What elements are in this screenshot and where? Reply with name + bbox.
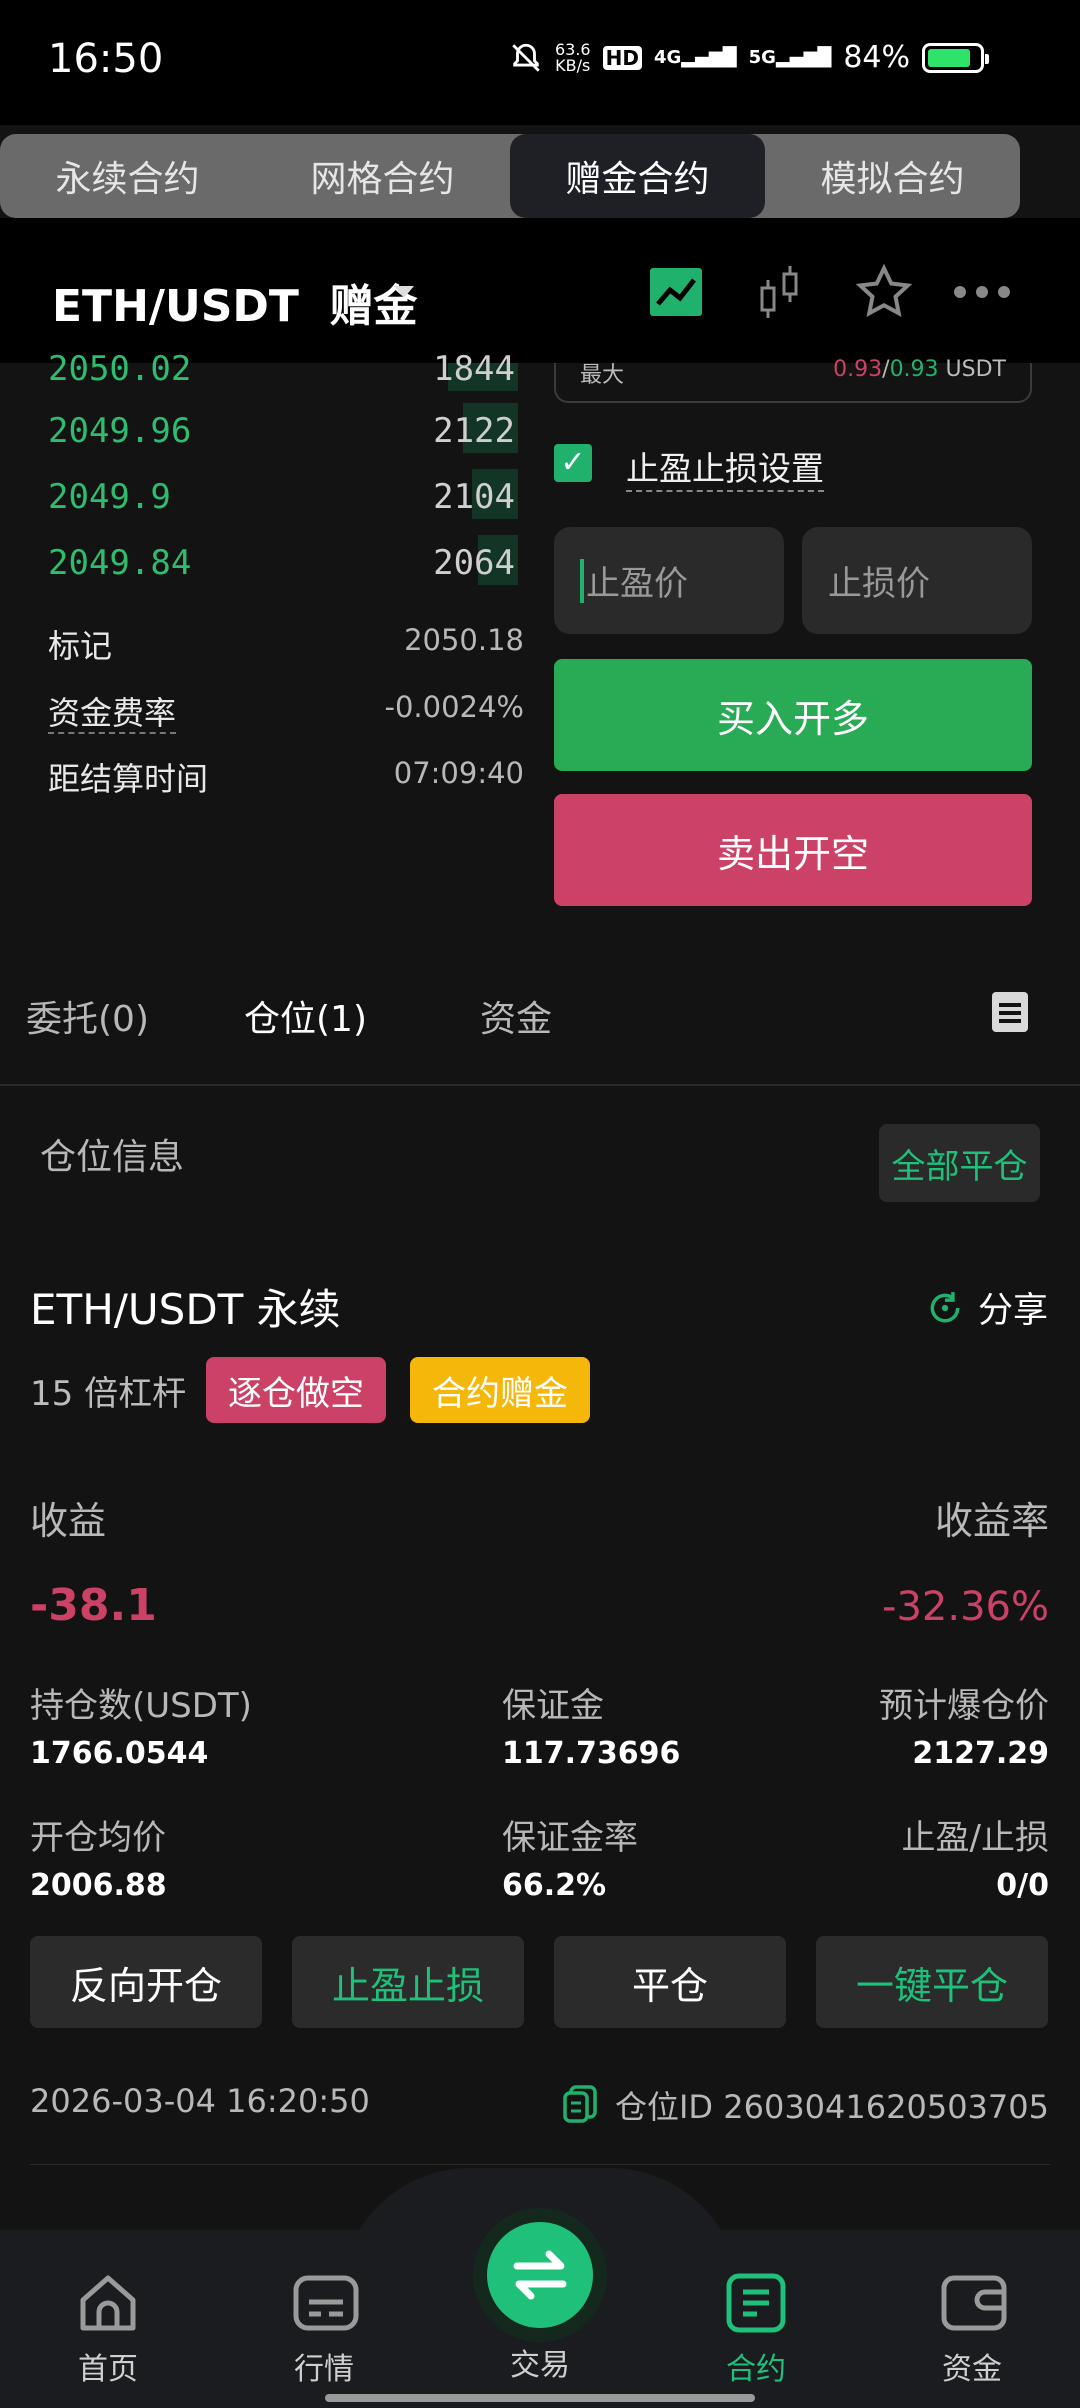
nav-home[interactable]: 首页 xyxy=(38,2272,178,2388)
candlestick-icon[interactable] xyxy=(752,262,812,322)
battery-icon xyxy=(922,42,989,73)
leverage-label: 15 倍杠杆 xyxy=(30,1374,187,1414)
status-icons: 63.6 KB/s HD 4G▂▄▆█ 5G▂▄▆█ 84% xyxy=(509,39,989,75)
pair-selector[interactable]: ETH/USDT 赠金 xyxy=(52,270,418,334)
tab-orders[interactable]: 委托(0) xyxy=(26,990,149,1042)
ask-row[interactable]: 2049.84 2064 xyxy=(48,543,518,583)
contract-icon xyxy=(725,2272,787,2334)
settlement-time-row: 距结算时间 07:09:40 xyxy=(48,756,524,798)
tab-grid[interactable]: 网格合约 xyxy=(255,134,510,218)
share-button[interactable]: 分享 xyxy=(926,1282,1048,1333)
market-icon xyxy=(293,2272,359,2334)
more-icon[interactable] xyxy=(950,262,1010,322)
status-time: 16:50 xyxy=(48,36,164,82)
nav-market[interactable]: 行情 xyxy=(254,2272,394,2388)
roe-label: 收益率 xyxy=(934,1499,1049,1543)
tab-perpetual[interactable]: 永续合约 xyxy=(0,134,255,218)
order-book: 2050.02 1844 2049.96 2122 2049.9 2104 2049.… xyxy=(0,349,540,873)
signal-4g-icon: 4G▂▄▆█ xyxy=(653,47,737,68)
divider xyxy=(0,1084,1080,1086)
divider xyxy=(30,2164,1050,2165)
contract-type-tabs: 永续合约 网格合约 赠金合约 模拟合约 xyxy=(0,134,1020,218)
ask-row[interactable]: 2049.9 2104 xyxy=(48,477,518,517)
margin-ratio-label: 保证金率 xyxy=(502,1818,638,1858)
tp-sl-value: 0/0 xyxy=(996,1868,1049,1903)
pnl-label: 收益 xyxy=(30,1499,107,1543)
isolated-short-badge: 逐仓做空 xyxy=(206,1357,386,1423)
battery-percent: 84% xyxy=(843,40,910,75)
funding-rate-row[interactable]: 资金费率 -0.0024% xyxy=(48,688,524,734)
star-icon[interactable] xyxy=(854,262,914,322)
tp-sl-checkbox[interactable]: ✓ xyxy=(554,444,592,482)
entry-price-value: 2006.88 xyxy=(30,1868,167,1903)
tp-sl-label: 止盈/止损 xyxy=(901,1818,1049,1858)
tab-funds[interactable]: 资金 xyxy=(480,990,552,1042)
home-icon xyxy=(77,2272,139,2334)
bonus-badge: 合约赠金 xyxy=(410,1357,590,1423)
position-timestamp: 2026-03-04 16:20:50 xyxy=(30,2082,370,2120)
signal-5g-icon: 5G▂▄▆█ xyxy=(748,47,832,68)
nav-contract[interactable]: 合约 xyxy=(686,2272,826,2388)
copy-icon xyxy=(563,2085,597,2123)
position-symbol: ETH/USDT 永续 xyxy=(30,1285,341,1334)
take-profit-input[interactable]: 止盈价 xyxy=(554,527,784,634)
close-all-button[interactable]: 全部平仓 xyxy=(879,1124,1040,1202)
max-amount-box: 最大 0.93/0.93 USDT xyxy=(554,357,1032,403)
margin-value: 117.73696 xyxy=(502,1736,681,1771)
mark-price-row: 标记 2050.18 xyxy=(48,623,524,665)
share-icon xyxy=(930,1291,960,1322)
position-size-value: 1766.0544 xyxy=(30,1736,209,1771)
swap-icon xyxy=(513,2250,567,2300)
tp-sl-button[interactable]: 止盈止损 xyxy=(292,1936,524,2028)
nav-trade[interactable]: 交易 xyxy=(470,2340,610,2384)
chart-icon[interactable] xyxy=(648,262,708,322)
pnl-value: -38.1 xyxy=(30,1580,157,1631)
entry-price-label: 开仓均价 xyxy=(30,1818,166,1858)
chevron-down-icon[interactable] xyxy=(394,286,414,298)
tab-bonus[interactable]: 赠金合约 xyxy=(510,134,765,218)
home-indicator xyxy=(325,2394,755,2402)
document-icon[interactable] xyxy=(992,990,1028,1034)
notifications-off-icon xyxy=(512,43,540,72)
trade-button[interactable] xyxy=(487,2222,593,2328)
close-position-button[interactable]: 平仓 xyxy=(554,1936,786,2028)
position-info-title: 仓位信息 xyxy=(40,1137,185,1178)
hd-icon: HD xyxy=(602,45,642,70)
liquidation-price-label: 预计爆仓价 xyxy=(879,1686,1049,1726)
ask-row[interactable]: 2050.02 1844 xyxy=(48,349,518,389)
margin-label: 保证金 xyxy=(502,1686,604,1726)
tab-simulated[interactable]: 模拟合约 xyxy=(765,134,1020,218)
buy-long-button[interactable]: 买入开多 xyxy=(554,659,1032,771)
roe-value: -32.36% xyxy=(882,1584,1049,1630)
tp-sl-settings-label[interactable]: 止盈止损设置 xyxy=(626,442,824,492)
position-id[interactable]: 仓位ID 2603041620503705 xyxy=(563,2082,1049,2128)
stop-loss-input[interactable]: 止损价 xyxy=(802,527,1032,634)
margin-ratio-value: 66.2% xyxy=(502,1868,607,1903)
sell-short-button[interactable]: 卖出开空 xyxy=(554,794,1032,906)
reverse-open-button[interactable]: 反向开仓 xyxy=(30,1936,262,2028)
liquidation-price-value: 2127.29 xyxy=(912,1736,1049,1771)
one-click-close-button[interactable]: 一键平仓 xyxy=(816,1936,1048,2028)
wallet-icon xyxy=(941,2272,1007,2334)
tab-positions[interactable]: 仓位(1) xyxy=(244,990,367,1042)
position-size-label: 持仓数(USDT) xyxy=(30,1686,252,1726)
network-speed: 63.6 KB/s xyxy=(554,39,591,75)
ask-row[interactable]: 2049.96 2122 xyxy=(48,411,518,451)
nav-funds[interactable]: 资金 xyxy=(902,2272,1042,2388)
